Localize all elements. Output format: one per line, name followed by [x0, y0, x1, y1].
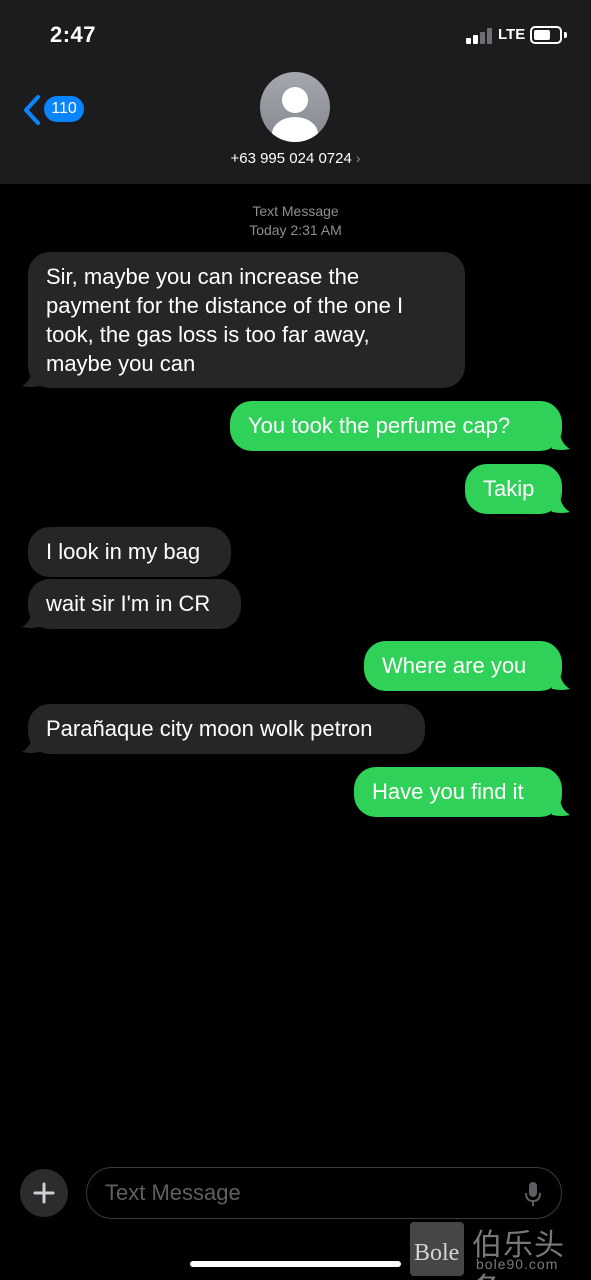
bubble-tail	[22, 734, 40, 753]
message-line: took, the gas loss is too far away,	[46, 322, 370, 347]
bubble-tail	[552, 431, 570, 450]
cellular-signal-icon	[466, 28, 494, 44]
message-text: You took the perfume cap?	[248, 413, 511, 438]
meta-label: Text Message	[252, 203, 339, 219]
bubble-tail	[552, 494, 570, 513]
message-line: maybe you can	[46, 351, 196, 376]
watermark-logo-box: Bole	[410, 1222, 464, 1276]
message-text: Takip	[483, 476, 535, 501]
watermark-logo: Bole	[414, 1240, 460, 1266]
chevron-right-icon: ›	[355, 150, 361, 166]
message-bubble-incoming[interactable]: I look in my bag	[28, 527, 231, 577]
thread-meta: Text Message Today 2:31 AM	[0, 202, 591, 240]
meta-time: Today 2:31 AM	[249, 222, 342, 238]
watermark: Bole 伯乐头条 bole90.com	[410, 1218, 590, 1280]
message-bubble-incoming[interactable]: Sir, maybe you can increase the payment …	[28, 252, 465, 388]
unread-count-badge: 110	[44, 96, 84, 122]
bubble-tail	[552, 797, 570, 816]
bubble-tail	[552, 671, 570, 690]
message-bubble-incoming[interactable]: wait sir I'm in CR	[28, 579, 241, 629]
message-line: payment for the distance of the one I	[46, 293, 404, 318]
battery-icon	[530, 26, 562, 44]
plus-icon	[33, 1182, 55, 1204]
message-text: Have you find it	[372, 779, 524, 804]
bubble-tail	[22, 609, 40, 628]
message-input-placeholder: Text Message	[105, 1180, 241, 1205]
status-time: 2:47	[50, 22, 97, 47]
message-text: I look in my bag	[46, 539, 201, 564]
message-bubble-outgoing[interactable]: You took the perfume cap?	[230, 401, 562, 451]
message-bubble-incoming[interactable]: Parañaque city moon wolk petron	[28, 704, 425, 754]
message-text: Parañaque city moon wolk petron	[46, 716, 373, 741]
contact-number: +63 995 024 0724	[230, 150, 352, 167]
watermark-url: bole90.com	[476, 1256, 559, 1272]
microphone-icon[interactable]	[523, 1181, 543, 1207]
message-bubble-outgoing[interactable]: Where are you	[364, 641, 562, 691]
chevron-left-icon	[24, 95, 40, 125]
battery-tip	[564, 32, 567, 38]
message-line: Sir, maybe you can increase the	[46, 264, 360, 289]
message-bubble-outgoing[interactable]: Takip	[465, 464, 562, 514]
message-text: wait sir I'm in CR	[46, 591, 211, 616]
navigation-header: 2:47 LTE 110 +63 995 024 0724 ›	[0, 0, 591, 184]
message-text: Where are you	[382, 653, 527, 678]
contact-avatar[interactable]	[260, 72, 330, 142]
back-button[interactable]: 110	[20, 92, 90, 128]
message-input[interactable]: Text Message	[86, 1167, 562, 1219]
contact-name-button[interactable]: +63 995 024 0724 ›	[0, 150, 591, 167]
bubble-tail	[22, 368, 40, 387]
network-type: LTE	[498, 26, 526, 43]
apps-plus-button[interactable]	[20, 1169, 68, 1217]
home-indicator[interactable]	[190, 1261, 401, 1267]
message-bubble-outgoing[interactable]: Have you find it	[354, 767, 562, 817]
